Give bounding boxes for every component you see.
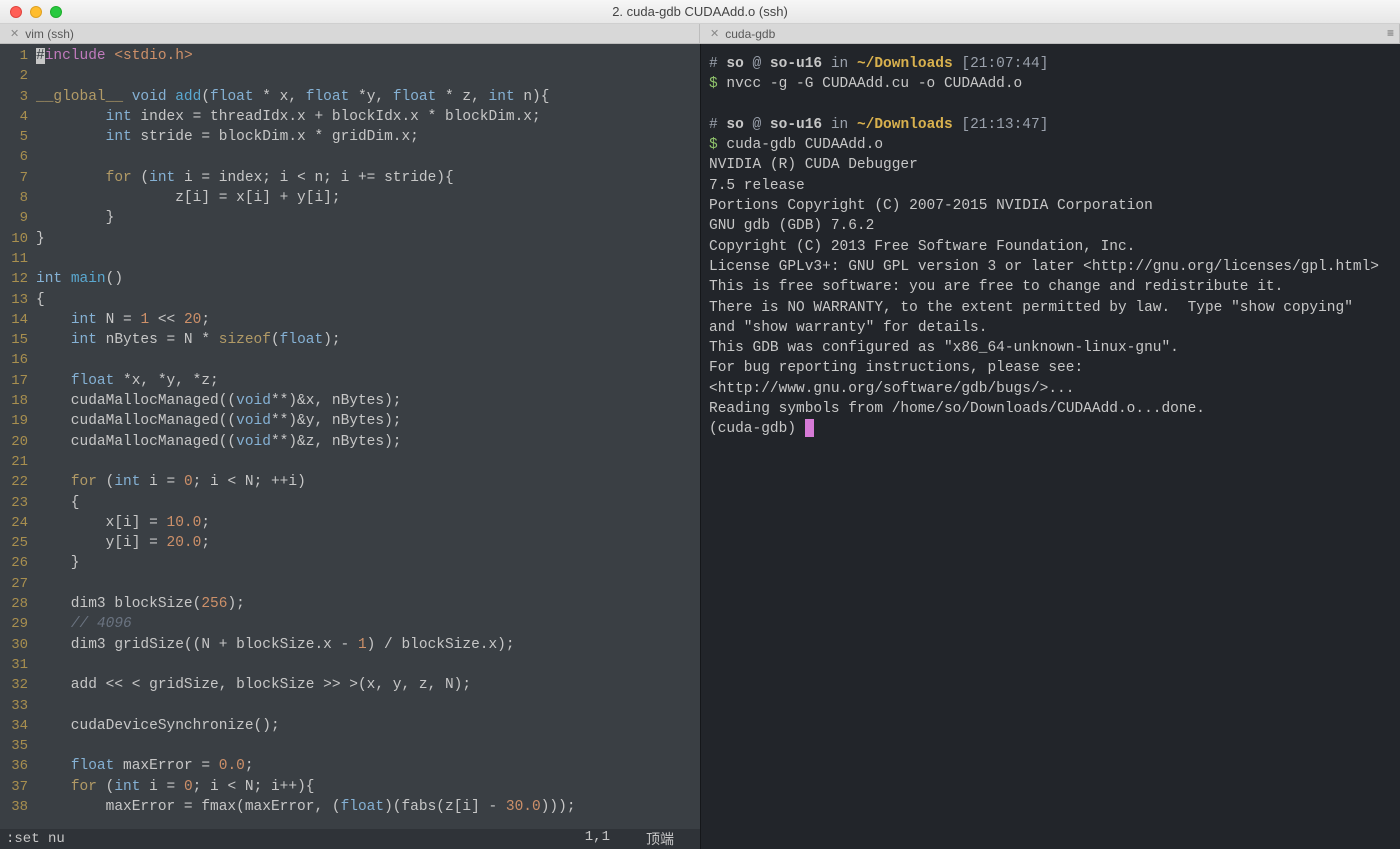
- vim-pane[interactable]: 1234567891011121314151617181920212223242…: [0, 44, 700, 849]
- tab-vim-label: vim (ssh): [25, 27, 74, 41]
- tab-cuda-gdb-label: cuda-gdb: [725, 27, 775, 41]
- tab-cuda-gdb[interactable]: ✕ cuda-gdb: [700, 24, 1400, 43]
- terminal-pane[interactable]: # so @ so-u16 in ~/Downloads [21:07:44] …: [700, 44, 1400, 849]
- tab-close-icon[interactable]: ✕: [710, 27, 719, 40]
- tab-close-icon[interactable]: ✕: [10, 27, 19, 40]
- vim-statusbar: :set nu 1,1 顶端: [0, 829, 700, 849]
- code-content[interactable]: #include <stdio.h> __global__ void add(f…: [36, 46, 700, 829]
- window-title: 2. cuda-gdb CUDAAdd.o (ssh): [0, 4, 1400, 19]
- tabbar: ✕ vim (ssh) ✕ cuda-gdb ≡: [0, 24, 1400, 44]
- vim-status-command: :set nu: [6, 831, 65, 847]
- vim-status-position: 1,1: [585, 829, 610, 849]
- vim-editor[interactable]: 1234567891011121314151617181920212223242…: [0, 44, 700, 849]
- tab-vim[interactable]: ✕ vim (ssh): [0, 24, 700, 43]
- vim-status-scroll: 顶端: [646, 829, 674, 849]
- line-number-gutter: 1234567891011121314151617181920212223242…: [0, 46, 36, 829]
- split-panes: 1234567891011121314151617181920212223242…: [0, 44, 1400, 849]
- tab-menu-icon[interactable]: ≡: [1387, 26, 1394, 40]
- window-titlebar: 2. cuda-gdb CUDAAdd.o (ssh): [0, 0, 1400, 24]
- terminal-output[interactable]: # so @ so-u16 in ~/Downloads [21:07:44] …: [701, 44, 1400, 448]
